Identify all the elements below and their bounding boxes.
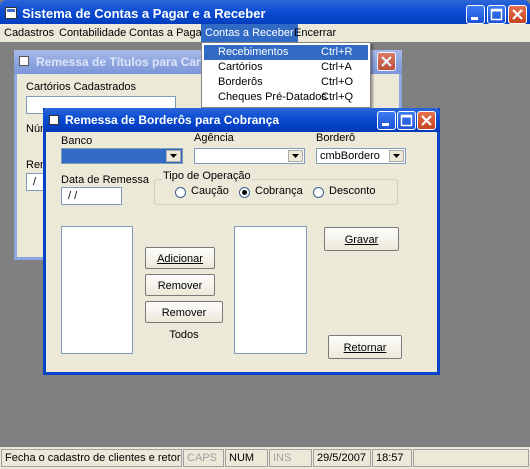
menu-contas-a-receber[interactable]: Contas a Receber (201, 24, 298, 42)
chevron-down-icon[interactable] (166, 150, 181, 162)
dialog-title-bar[interactable]: Remessa de Borderôs para Cobrança (43, 108, 440, 132)
dialog-close-icon[interactable] (417, 111, 436, 130)
chevron-down-icon[interactable] (389, 150, 404, 162)
radio-desconto[interactable] (313, 187, 324, 198)
bg-window-icon (19, 56, 29, 66)
adicionar-button[interactable]: Adicionar (145, 247, 215, 269)
menu-bar: Cadastros Contabilidade Contas a Pagar C… (0, 24, 530, 42)
radio-caucao-label: Caução (191, 185, 229, 197)
banco-combo[interactable] (61, 148, 183, 164)
label-data-remessa: Data de Remessa (61, 174, 150, 186)
status-spacer (413, 449, 529, 467)
label-bordero: Borderô (316, 132, 356, 144)
menu-item-borderos[interactable]: Borderôs Ctrl+O (204, 75, 368, 90)
gravar-button[interactable]: Gravar (324, 227, 399, 251)
dialog-title: Remessa de Borderôs para Cobrança (65, 113, 280, 127)
right-listbox[interactable] (234, 226, 307, 354)
bordero-dialog[interactable]: Remessa de Borderôs para Cobrança Banco … (43, 108, 440, 375)
remover-button[interactable]: Remover (145, 274, 215, 296)
retornar-button[interactable]: Retornar (328, 335, 402, 359)
bordero-combo[interactable]: cmbBordero (316, 148, 406, 164)
label-agencia: Agência (194, 132, 234, 144)
radio-cobranca-label: Cobrança (255, 185, 303, 197)
status-ins: INS (269, 449, 312, 467)
bg-window-title: Remessa de Títulos para Cartó (36, 55, 213, 69)
radio-caucao[interactable] (175, 187, 186, 198)
dialog-icon (49, 115, 59, 125)
bg-label-cartorios: Cartórios Cadastrados (26, 81, 137, 93)
maximize-icon[interactable] (487, 5, 506, 24)
menu-cadastros[interactable]: Cadastros (4, 27, 54, 39)
data-remessa-field[interactable]: / / (61, 187, 122, 205)
contas-a-receber-dropdown: Recebimentos Ctrl+R Cartórios Ctrl+A Bor… (201, 42, 371, 108)
radio-cobranca[interactable] (239, 187, 250, 198)
group-title-tipo-operacao: Tipo de Operação (162, 170, 252, 182)
status-message: Fecha o cadastro de clientes e retorna à… (1, 449, 182, 467)
close-icon[interactable] (508, 5, 527, 24)
left-listbox[interactable] (61, 226, 133, 354)
label-banco: Banco (61, 135, 93, 147)
dialog-minimize-icon[interactable] (377, 111, 396, 130)
app-icon (5, 7, 17, 19)
dialog-maximize-icon[interactable] (397, 111, 416, 130)
menu-item-cheques-pre-datados[interactable]: Cheques Pré-Datados Ctrl+Q (204, 90, 368, 105)
minimize-icon[interactable] (466, 5, 485, 24)
menu-contabilidade[interactable]: Contabilidade (59, 27, 126, 39)
menu-encerrar[interactable]: Encerrar (294, 27, 336, 39)
status-num: NUM (225, 449, 268, 467)
status-time: 18:57 (372, 449, 412, 467)
menu-item-recebimentos[interactable]: Recebimentos Ctrl+R (204, 45, 368, 60)
status-date: 29/5/2007 (313, 449, 371, 467)
agencia-combo[interactable] (194, 148, 305, 164)
menu-contas-a-pagar[interactable]: Contas a Pagar (129, 27, 205, 39)
menu-item-cartorios[interactable]: Cartórios Ctrl+A (204, 60, 368, 75)
remover-todos-button[interactable]: Remover Todos (145, 301, 223, 341)
status-caps: CAPS (183, 449, 224, 467)
chevron-down-icon[interactable] (288, 150, 303, 162)
app-title: Sistema de Contas a Pagar e a Receber (22, 6, 266, 21)
bg-close-icon[interactable] (377, 52, 396, 71)
radio-desconto-label: Desconto (329, 185, 376, 197)
